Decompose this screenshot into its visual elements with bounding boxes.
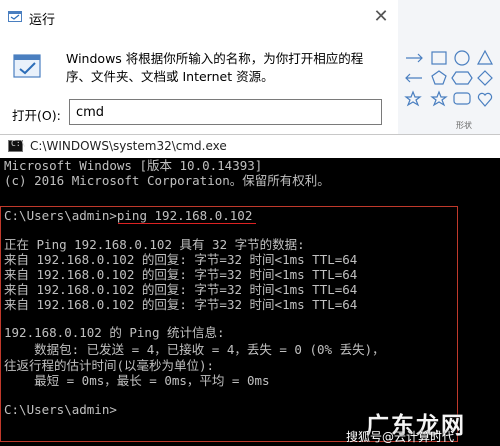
- run-description: Windows 将根据你所输入的名称，为你打开相应的程序、文件夹、文档或 Int…: [66, 51, 364, 84]
- hexagon-shape-icon: [451, 71, 473, 85]
- cmd-console[interactable]: Microsoft Windows [版本 10.0.14393] (c) 20…: [0, 158, 500, 446]
- shapes-panel: 形状: [398, 0, 500, 134]
- triangle-shape-icon: [476, 49, 494, 65]
- pentagon-shape-icon: [431, 70, 447, 85]
- console-line: Microsoft Windows [版本 10.0.14393]: [4, 158, 263, 173]
- diamond-shape-icon: [477, 70, 493, 86]
- close-button[interactable]: ✕: [372, 8, 390, 26]
- arrow-left-shape-icon: [405, 73, 422, 83]
- command-underline: [118, 223, 256, 224]
- cmd-icon: C:\: [8, 139, 25, 152]
- star-shape-icon: [404, 90, 422, 107]
- shapes-gallery: [404, 49, 494, 107]
- run-command-input[interactable]: [69, 99, 382, 125]
- open-label: 打开(O):: [12, 108, 61, 123]
- rectangle-shape-icon: [431, 51, 447, 65]
- arrow-right-shape-icon: [406, 53, 423, 63]
- heart-shape-icon: [477, 92, 493, 107]
- run-title-bar[interactable]: 运行 ✕: [0, 0, 398, 34]
- shapes-caption: 形状: [456, 121, 472, 130]
- run-dialog-title: 运行: [29, 13, 56, 28]
- circle-shape-icon: [454, 50, 470, 66]
- run-app-icon-small: [8, 11, 22, 22]
- watermark-source-text: 搜狐号@云计算时代: [346, 430, 455, 444]
- cmd-window-title: C:\WINDOWS\system32\cmd.exe: [30, 139, 227, 153]
- run-dialog: 运行 ✕ Windows 将根据你所输入的名称，为你打开相应的程序、文件夹、文档…: [0, 0, 399, 134]
- cmd-title-bar[interactable]: C:\ C:\WINDOWS\system32\cmd.exe: [0, 134, 500, 159]
- star-shape-icon: [430, 90, 448, 107]
- run-app-icon: [13, 54, 41, 78]
- rounded-rect-shape-icon: [453, 92, 471, 105]
- console-line: (c) 2016 Microsoft Corporation。保留所有权利。: [4, 173, 330, 188]
- watermark: 广东龙网 搜狐号@云计算时代: [346, 406, 500, 446]
